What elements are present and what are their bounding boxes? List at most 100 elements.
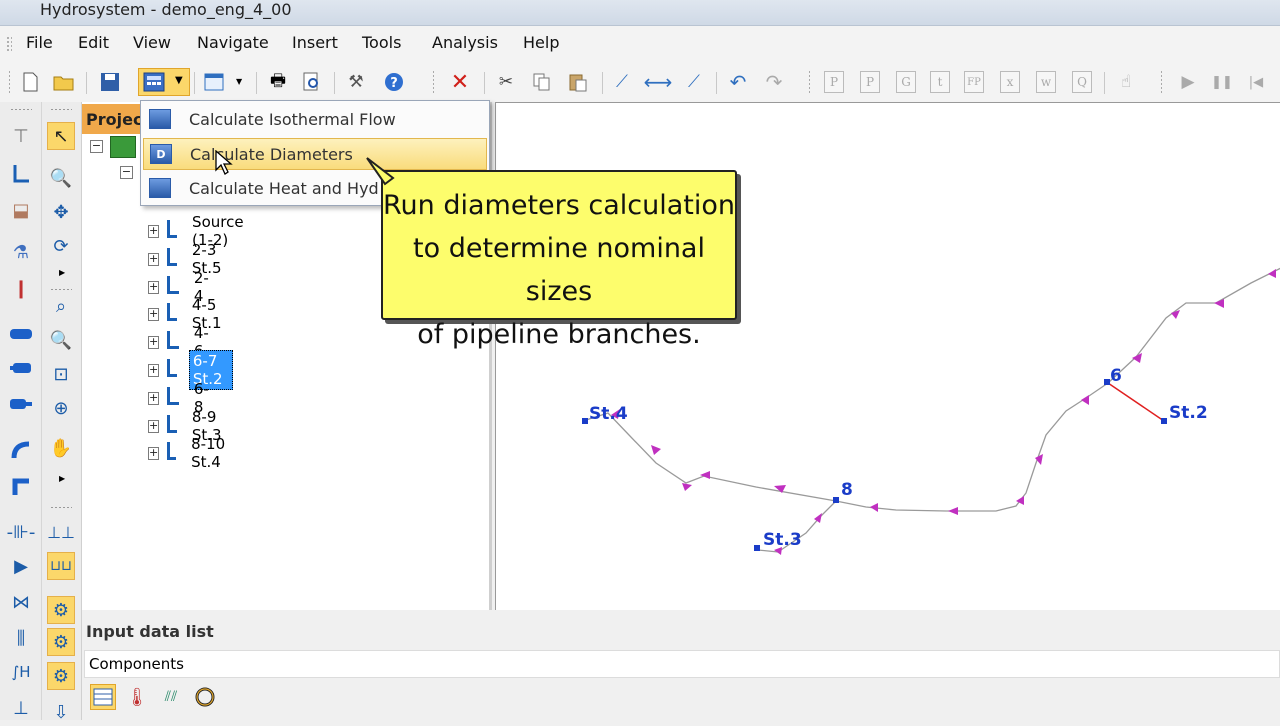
letter-button-p1[interactable]: P xyxy=(824,71,844,93)
thermometer-icon[interactable]: ❙ xyxy=(7,274,35,302)
delete-icon[interactable]: ✕ xyxy=(448,70,472,95)
cut-icon[interactable]: ✂ xyxy=(494,70,518,94)
menu-tools[interactable]: Tools xyxy=(362,33,401,52)
select-pointer-icon[interactable]: ↖ xyxy=(47,122,75,150)
zoom-icon[interactable]: 🔍 xyxy=(47,164,75,192)
menu-help[interactable]: Help xyxy=(523,33,559,52)
letter-button-q[interactable]: Q xyxy=(1072,71,1092,93)
expand-icon[interactable]: + xyxy=(148,224,160,238)
node-move-icon[interactable]: ⚙ xyxy=(47,628,75,656)
open-folder-icon[interactable] xyxy=(52,70,76,94)
letter-button-w[interactable]: w xyxy=(1036,71,1056,93)
pump-station-icon[interactable]: ⬓ xyxy=(7,196,35,224)
height-icon[interactable]: ∫H xyxy=(7,658,35,686)
compensator-icon[interactable]: ⫼ xyxy=(7,624,35,652)
support-icon[interactable]: ⊥ xyxy=(7,694,35,722)
undo-icon[interactable]: ↶ xyxy=(726,70,750,94)
expand-icon[interactable]: + xyxy=(148,391,160,405)
move-horizontal-icon[interactable]: ⟷ xyxy=(644,70,673,94)
menu-analysis[interactable]: Analysis xyxy=(432,33,498,52)
menu-edit[interactable]: Edit xyxy=(78,33,109,52)
check-valve-icon[interactable]: ▶ xyxy=(7,552,35,580)
pipe-reducer-icon[interactable] xyxy=(7,390,35,418)
pause-icon[interactable]: ❚❚ xyxy=(1210,70,1234,94)
menu-insert[interactable]: Insert xyxy=(292,33,338,52)
letter-button-fp[interactable]: FP xyxy=(964,71,984,93)
letter-button-g[interactable]: G xyxy=(896,71,916,93)
print-icon[interactable]: 🖶 xyxy=(266,70,290,94)
connect-icon[interactable]: ⟋ xyxy=(610,70,634,94)
expand-arrow-icon[interactable]: ▶ xyxy=(59,474,65,483)
letter-button-p2[interactable]: P xyxy=(860,71,880,93)
hand-tool-icon[interactable]: ✋ xyxy=(47,434,75,462)
zoom-window-icon[interactable]: ⌕ xyxy=(47,292,75,320)
export-icon[interactable]: ⇩ xyxy=(47,698,75,726)
components-tab[interactable]: Components xyxy=(84,650,1280,678)
zoom-out-icon[interactable]: 🔍 xyxy=(47,326,75,354)
menu-view[interactable]: View xyxy=(133,33,171,52)
expand-icon[interactable]: + xyxy=(148,419,160,433)
hand-icon[interactable]: ☝ xyxy=(1114,70,1138,94)
pipe-tee-icon[interactable]: ⊤ xyxy=(7,122,35,150)
paste-icon[interactable] xyxy=(566,70,590,94)
chevron-down-icon[interactable]: ▼ xyxy=(236,77,242,86)
valve-icon[interactable]: ⋈ xyxy=(7,588,35,616)
expand-icon[interactable]: + xyxy=(148,307,160,321)
window-icon[interactable] xyxy=(202,70,226,94)
tree-item[interactable]: +4-5 St.1 xyxy=(148,296,231,332)
branch-icon[interactable] xyxy=(7,160,35,188)
redo-icon[interactable]: ↷ xyxy=(762,70,786,94)
zoom-all-icon[interactable]: ⊕ xyxy=(47,394,75,422)
node-st4[interactable] xyxy=(582,418,588,424)
ruler-icon[interactable]: ⊔⊔ xyxy=(47,552,75,580)
expand-arrow-icon[interactable]: ▶ xyxy=(59,268,65,277)
zoom-fit-icon[interactable]: ⊡ xyxy=(47,360,75,388)
menu-file[interactable]: File xyxy=(26,33,53,52)
expand-icon[interactable]: + xyxy=(148,252,160,266)
menu-navigate[interactable]: Navigate xyxy=(197,33,269,52)
tree-root-expander[interactable]: − xyxy=(90,140,111,153)
help-icon[interactable]: ? xyxy=(382,70,406,94)
save-icon[interactable] xyxy=(98,70,122,94)
expand-icon[interactable]: + xyxy=(148,446,160,460)
node-st2[interactable] xyxy=(1161,418,1167,424)
flange-icon[interactable]: -⊪- xyxy=(7,518,36,546)
tools-icon[interactable]: ⚒ xyxy=(344,70,368,94)
pipe-list-icon[interactable]: ⫽⫽ xyxy=(158,684,184,710)
letter-button-x[interactable]: x xyxy=(1000,71,1020,93)
play-icon[interactable]: ▶ xyxy=(1176,70,1200,94)
copy-icon[interactable] xyxy=(530,70,554,94)
pipe-end-icon[interactable] xyxy=(7,354,35,382)
view-tools-palette: ↖ 🔍 ✥ ⟳ ▶ ⌕ 🔍 ⊡ ⊕ ✋ ▶ ⊥⊥ ⊔⊔ ⚙ ⚙ ⚙ ⇩ xyxy=(42,102,82,723)
elbow-icon[interactable] xyxy=(7,472,35,500)
tree-node-expander[interactable]: − xyxy=(120,166,141,179)
flask-icon[interactable]: ⚗ xyxy=(7,238,35,266)
menu-item-calculate-diameters[interactable]: D Calculate Diameters xyxy=(143,138,487,170)
pan-icon[interactable]: ✥ xyxy=(47,198,75,226)
print-preview-icon[interactable] xyxy=(300,70,324,94)
dimension-icon[interactable]: ⊥⊥ xyxy=(47,518,75,546)
calculate-dropdown-button[interactable]: ▼ xyxy=(138,68,190,96)
tree-item[interactable]: +2-3 St.5 xyxy=(148,241,231,277)
chevron-down-icon[interactable]: ▼ xyxy=(175,75,183,86)
menu-item-calculate-isothermal-flow[interactable]: Calculate Isothermal Flow xyxy=(143,103,487,135)
expand-icon[interactable]: + xyxy=(148,363,160,377)
letter-button-t[interactable]: t xyxy=(930,71,950,93)
refresh-icon[interactable]: ⟳ xyxy=(47,232,75,260)
bend-icon[interactable] xyxy=(7,436,35,464)
tree-item[interactable]: +8-10 St.4 xyxy=(148,435,231,471)
split-icon[interactable]: ⟋ xyxy=(682,70,706,94)
expand-icon[interactable]: + xyxy=(148,335,160,349)
node-8[interactable] xyxy=(833,497,839,503)
pipe-segment-icon[interactable] xyxy=(7,320,35,348)
node-edit-icon[interactable]: ⚙ xyxy=(47,596,75,624)
thermometer-icon[interactable]: 🌡 xyxy=(124,684,150,710)
table-view-icon[interactable] xyxy=(90,684,116,710)
new-file-icon[interactable] xyxy=(18,70,42,94)
branch-6-st2[interactable] xyxy=(1107,382,1165,422)
node-delete-icon[interactable]: ⚙ xyxy=(47,662,75,690)
expand-icon[interactable]: + xyxy=(148,280,160,294)
ring-icon[interactable] xyxy=(192,684,218,710)
node-st3[interactable] xyxy=(754,545,760,551)
rewind-icon[interactable]: |◀ xyxy=(1244,70,1268,94)
